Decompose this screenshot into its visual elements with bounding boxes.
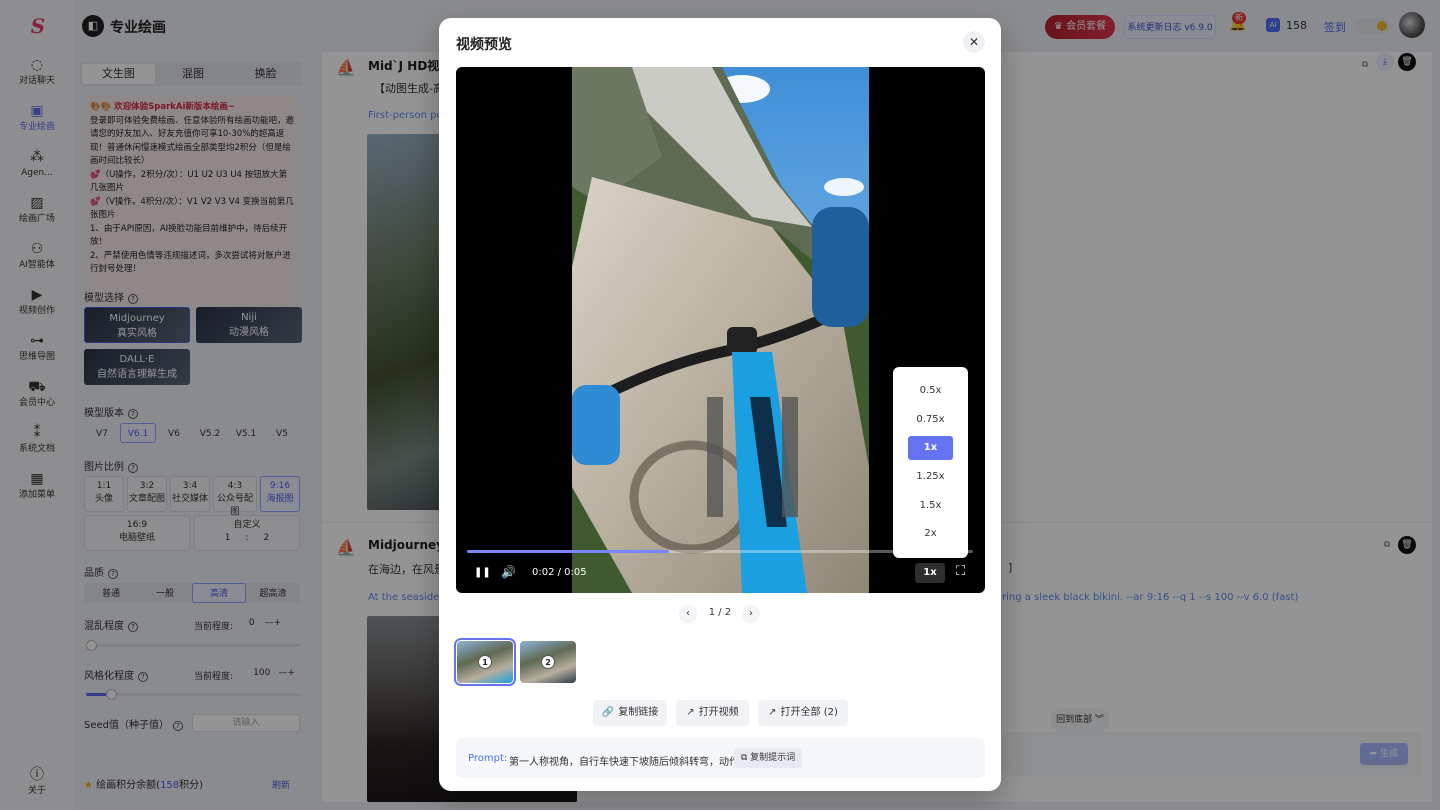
open-all-label: 打开全部 (2): [780, 707, 838, 718]
speed-option-selected[interactable]: 1x: [908, 436, 953, 460]
open-all-button[interactable]: ↗ 打开全部 (2): [758, 700, 848, 726]
copy-prompt-label: 复制提示词: [750, 753, 796, 763]
speed-option[interactable]: 1.25x: [908, 465, 953, 489]
chevron-left-icon[interactable]: ‹: [679, 605, 697, 623]
speed-option[interactable]: 2x: [908, 522, 953, 546]
copy-link-label: 复制链接: [618, 707, 659, 718]
video-player[interactable]: 0.5x 0.75x 1x 1.25x 1.5x 2x ❚❚ 🔊 0:02 / …: [456, 67, 985, 593]
close-icon[interactable]: ✕: [963, 31, 985, 53]
video-progress-fill: [467, 550, 670, 553]
chevron-right-icon[interactable]: ›: [742, 605, 760, 623]
video-frame[interactable]: [572, 67, 869, 593]
video-preview-modal: 视频预览 ✕ 0.5x 0.75x 1x 1.25x 1.5x 2x ❚❚ 🔊 …: [439, 18, 1001, 791]
playback-speed-menu: 0.5x 0.75x 1x 1.25x 1.5x 2x: [893, 367, 968, 558]
video-thumb-1[interactable]: 1: [454, 638, 516, 686]
prompt-label: Prompt:: [468, 753, 508, 764]
speed-option[interactable]: 0.75x: [908, 408, 953, 432]
external-link-icon: ↗: [686, 707, 695, 718]
video-pager: ‹ 1 / 2 ›: [679, 603, 761, 625]
speed-option[interactable]: 1.5x: [908, 494, 953, 518]
copy-prompt-button[interactable]: ⧉ 复制提示词: [734, 748, 802, 768]
copy-icon: ⧉: [740, 753, 751, 763]
link-icon: 🔗: [601, 707, 615, 718]
copy-link-button[interactable]: 🔗 复制链接: [593, 700, 667, 726]
thumb-index: 1: [478, 655, 492, 669]
volume-icon[interactable]: 🔊: [501, 565, 516, 579]
open-video-button[interactable]: ↗ 打开视频: [676, 700, 749, 726]
open-video-label: 打开视频: [698, 707, 739, 718]
speed-option[interactable]: 0.5x: [908, 379, 953, 403]
pause-icon[interactable]: ❚❚: [474, 567, 491, 578]
external-link-icon: ↗: [768, 707, 777, 718]
page-indicator: 1 / 2: [708, 607, 732, 618]
thumb-index: 2: [541, 655, 555, 669]
video-progress-bar[interactable]: [467, 550, 973, 553]
video-time: 0:02 / 0:05: [532, 567, 587, 578]
fullscreen-icon[interactable]: ⛶: [956, 564, 965, 579]
video-frame-image: [572, 67, 869, 593]
modal-title: 视频预览: [456, 37, 512, 53]
video-thumb-2[interactable]: 2: [520, 641, 576, 683]
prompt-text: 第一人称视角，自行车快速下坡随后倾斜转弯，动作大: [509, 757, 749, 768]
playback-speed-button[interactable]: 1x: [915, 563, 945, 583]
prompt-box: Prompt: 第一人称视角，自行车快速下坡随后倾斜转弯，动作大 ⧉ 复制提示词: [456, 738, 985, 778]
